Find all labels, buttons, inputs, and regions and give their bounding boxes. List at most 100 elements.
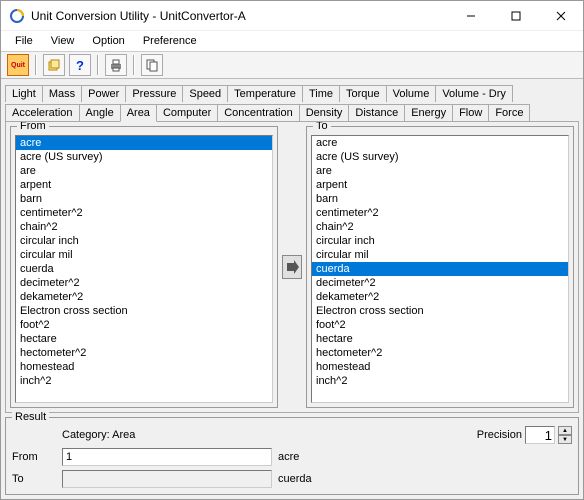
copy-button[interactable]	[43, 54, 65, 76]
menu-preference[interactable]: Preference	[135, 33, 205, 49]
list-item[interactable]: acre (US survey)	[312, 150, 568, 164]
list-item[interactable]: arpent	[16, 178, 272, 192]
tab-mass[interactable]: Mass	[42, 85, 82, 102]
convert-arrow-button[interactable]	[282, 255, 302, 279]
tab-speed[interactable]: Speed	[182, 85, 228, 102]
titlebar: Unit Conversion Utility - UnitConvertor-…	[1, 1, 583, 31]
tab-light[interactable]: Light	[5, 85, 43, 102]
precision-up-button[interactable]: ▲	[558, 426, 572, 435]
close-button[interactable]	[538, 1, 583, 30]
tab-distance[interactable]: Distance	[348, 104, 405, 122]
precision-down-button[interactable]: ▼	[558, 435, 572, 444]
list-item[interactable]: inch^2	[16, 374, 272, 388]
tab-area[interactable]: Area	[120, 104, 157, 122]
arrow-column	[282, 126, 302, 408]
content-area: LightMassPowerPressureSpeedTemperatureTi…	[1, 79, 583, 499]
tab-power[interactable]: Power	[81, 85, 126, 102]
list-item[interactable]: circular inch	[312, 234, 568, 248]
from-group: From acreacre (US survey)arearpentbarnce…	[10, 126, 278, 408]
menu-option[interactable]: Option	[84, 33, 132, 49]
list-item[interactable]: chain^2	[312, 220, 568, 234]
tab-volume[interactable]: Volume	[386, 85, 437, 102]
to-label: To	[313, 121, 331, 132]
print-button[interactable]	[105, 54, 127, 76]
minimize-button[interactable]	[448, 1, 493, 30]
tab-volume-dry[interactable]: Volume - Dry	[435, 85, 513, 102]
to-group: To acreacre (US survey)arearpentbarncent…	[306, 126, 574, 408]
toolbar-separator	[35, 55, 37, 75]
list-item[interactable]: foot^2	[16, 318, 272, 332]
tab-strip: AccelerationAngleAreaComputerConcentrati…	[5, 102, 579, 122]
list-item[interactable]: foot^2	[312, 318, 568, 332]
list-item[interactable]: dekameter^2	[312, 290, 568, 304]
list-item[interactable]: acre	[16, 136, 272, 150]
list-item[interactable]: hectare	[16, 332, 272, 346]
app-icon	[9, 8, 25, 24]
list-item[interactable]: chain^2	[16, 220, 272, 234]
tab-torque[interactable]: Torque	[339, 85, 387, 102]
list-item[interactable]: centimeter^2	[16, 206, 272, 220]
menu-file[interactable]: File	[7, 33, 41, 49]
quit-button[interactable]: Quit	[7, 54, 29, 76]
list-item[interactable]: inch^2	[312, 374, 568, 388]
maximize-button[interactable]	[493, 1, 538, 30]
copy-all-button[interactable]	[141, 54, 163, 76]
tab-force[interactable]: Force	[488, 104, 530, 122]
list-item[interactable]: are	[16, 164, 272, 178]
list-item[interactable]: cuerda	[312, 262, 568, 276]
menu-view[interactable]: View	[43, 33, 83, 49]
precision-label: Precision	[477, 429, 522, 441]
from-listbox[interactable]: acreacre (US survey)arearpentbarncentime…	[15, 135, 273, 403]
toolbar-separator	[133, 55, 135, 75]
tab-panel: From acreacre (US survey)arearpentbarnce…	[5, 121, 579, 413]
list-item[interactable]: decimeter^2	[312, 276, 568, 290]
list-item[interactable]: circular mil	[312, 248, 568, 262]
tab-flow[interactable]: Flow	[452, 104, 489, 122]
result-to-label: To	[12, 473, 56, 485]
tab-time[interactable]: Time	[302, 85, 340, 102]
list-item[interactable]: dekameter^2	[16, 290, 272, 304]
result-from-input[interactable]	[62, 448, 272, 466]
list-item[interactable]: homestead	[312, 360, 568, 374]
list-item[interactable]: barn	[16, 192, 272, 206]
list-item[interactable]: acre	[312, 136, 568, 150]
result-from-unit: acre	[278, 451, 398, 463]
list-item[interactable]: barn	[312, 192, 568, 206]
precision-control: Precision ▲ ▼	[477, 426, 572, 444]
list-item[interactable]: Electron cross section	[16, 304, 272, 318]
tab-strip: LightMassPowerPressureSpeedTemperatureTi…	[5, 83, 579, 102]
list-item[interactable]: cuerda	[16, 262, 272, 276]
from-label: From	[17, 121, 49, 132]
menubar: File View Option Preference	[1, 31, 583, 51]
result-from-label: From	[12, 451, 56, 463]
tab-temperature[interactable]: Temperature	[227, 85, 303, 102]
tab-energy[interactable]: Energy	[404, 104, 453, 122]
list-item[interactable]: circular inch	[16, 234, 272, 248]
tab-concentration[interactable]: Concentration	[217, 104, 300, 122]
list-item[interactable]: acre (US survey)	[16, 150, 272, 164]
tab-computer[interactable]: Computer	[156, 104, 218, 122]
list-item[interactable]: hectometer^2	[312, 346, 568, 360]
list-item[interactable]: decimeter^2	[16, 276, 272, 290]
list-item[interactable]: are	[312, 164, 568, 178]
toolbar-separator	[97, 55, 99, 75]
list-item[interactable]: homestead	[16, 360, 272, 374]
list-item[interactable]: arpent	[312, 178, 568, 192]
list-item[interactable]: hectometer^2	[16, 346, 272, 360]
list-item[interactable]: hectare	[312, 332, 568, 346]
precision-input[interactable]	[525, 426, 555, 444]
list-item[interactable]: circular mil	[16, 248, 272, 262]
list-item[interactable]: Electron cross section	[312, 304, 568, 318]
result-to-unit: cuerda	[278, 473, 398, 485]
help-button[interactable]: ?	[69, 54, 91, 76]
tab-angle[interactable]: Angle	[79, 104, 121, 122]
category-label: Category: Area	[62, 429, 135, 441]
tab-acceleration[interactable]: Acceleration	[5, 104, 80, 122]
list-item[interactable]: centimeter^2	[312, 206, 568, 220]
tab-density[interactable]: Density	[299, 104, 350, 122]
result-label: Result	[12, 411, 49, 423]
toolbar: Quit ?	[1, 51, 583, 79]
window-controls	[448, 1, 583, 30]
tab-pressure[interactable]: Pressure	[125, 85, 183, 102]
to-listbox[interactable]: acreacre (US survey)arearpentbarncentime…	[311, 135, 569, 403]
